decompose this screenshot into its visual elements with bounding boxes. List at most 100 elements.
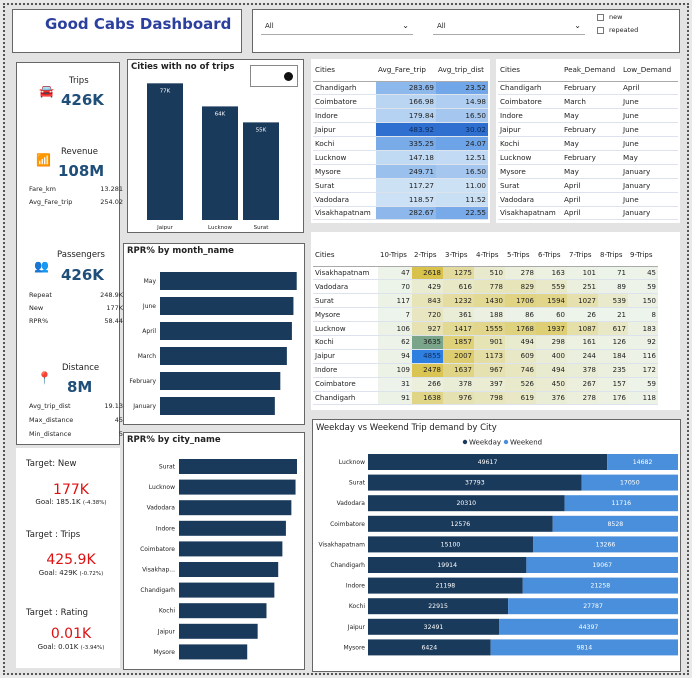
table-cell: 1275 [443,266,474,281]
tick-label: Kochi [159,608,175,615]
tick-label: Coimbatore [330,521,365,528]
column-header[interactable]: Avg_trip_dist [436,59,488,82]
column-header[interactable]: Cities [313,59,376,82]
column-header[interactable]: 4-Trips [474,244,505,267]
bar [160,297,294,315]
bar [179,459,297,474]
data-label: 20310 [456,500,476,507]
table-cell: April [562,192,621,207]
target-label: Target : Rating [26,608,88,618]
data-label: 32491 [424,624,444,631]
table-cell: April [562,206,621,221]
column-header[interactable]: Avg_Fare_trip [376,59,436,82]
tick-label: May [144,278,157,285]
column-header[interactable]: 8-Trips [598,244,628,267]
table-cell: Mysore [313,307,378,323]
table-cell: 91 [378,391,412,406]
target-goal: Goal: 429K (-0.72%) [16,569,126,577]
column-header[interactable]: 10-Trips [378,244,412,267]
passengers-value: 426K [61,266,104,284]
table-cell: 1087 [567,321,598,336]
bar [160,272,297,290]
checkbox-box[interactable] [597,13,604,21]
rpr-city-title: RPR% by city_name [127,435,221,445]
table-cell: Chandigarh [313,81,376,96]
table-cell: Vadodara [313,279,378,295]
target-goal-pct: (-0.72%) [79,571,104,577]
trips-matrix-table: Cities 10-Trips 2-Trips 3-Trips 4-Trips 5-Tri… [313,244,658,406]
filter-dropdown-1[interactable]: All ⌄ [261,17,413,35]
kpi-row-key: Min_distance [29,430,72,438]
tick-label: Chandigarh [140,587,175,594]
table-cell: 8 [628,307,658,323]
rpr-month-title: RPR% by month_name [127,246,234,256]
rpr-month-chart: May June April March February January [129,272,297,415]
table-cell: Visakhapatnam [498,206,562,221]
tick-label: Chandigarh [330,562,365,569]
tick-label: June [142,303,156,310]
column-header[interactable]: 2-Trips [412,244,443,267]
table-cell: May [621,150,678,165]
checkbox-new[interactable]: new [597,13,622,21]
column-header[interactable]: 9-Trips [628,244,658,267]
table-cell: January [621,178,678,193]
bar [147,83,183,220]
filter-dropdown-2[interactable]: All ⌄ [433,17,585,35]
table-cell: Lucknow [498,150,562,165]
trips-label: Trips [69,76,89,86]
table-cell: 967 [474,363,505,378]
table-cell: 109 [378,363,412,378]
legend-weekend-label: Weekend [510,439,542,447]
kpi-card: 🚘 Trips 426K 📶 Revenue 108M Fare_km 13.28… [16,62,123,445]
weekday-weekend-chart: Weekday Weekend Lucknow 49617 14682 Surat 3779… [318,439,678,656]
table-cell: Lucknow [313,321,378,336]
target-label: Target: New [26,459,77,469]
table-cell: 267 [567,377,598,392]
table-cell: 539 [598,293,628,309]
table-cell: 166.98 [376,94,436,110]
column-header[interactable]: Cities [313,244,378,267]
bar [160,347,287,365]
column-header[interactable]: Peak_Demand [562,59,621,82]
table-cell: Chandigarh [498,81,562,96]
table-cell: 901 [474,335,505,350]
table-cell: 1430 [474,293,505,309]
checkbox-box[interactable] [597,26,604,34]
table-cell: 843 [412,293,443,309]
column-header[interactable]: 6-Trips [536,244,567,267]
table-cell: Jaipur [498,122,562,138]
column-header[interactable]: 7-Trips [567,244,598,267]
table-cell: January [621,206,678,221]
table-cell: 60 [536,307,567,323]
table-cell: 150 [628,293,658,309]
rpr-city-card: RPR% by city_name Surat Lucknow Vadodara In… [123,432,305,670]
column-header[interactable]: 3-Trips [443,244,474,267]
column-header[interactable]: 5-Trips [505,244,536,267]
bar [179,644,248,660]
route-pin-icon: 📍 [37,371,52,385]
kpi-row: Avg_trip_dist 19.13 [29,402,123,410]
kpi-row-val: 248.9K [100,291,123,299]
checkbox-new-label: new [609,13,623,21]
table-cell: Surat [313,178,376,193]
table-cell: 1232 [443,293,474,309]
column-header[interactable]: Cities [498,59,562,82]
fare-table: Cities Avg_Fare_trip Avg_trip_dist Chandiga… [313,59,488,221]
table-cell: 378 [443,377,474,392]
table-cell: 7 [378,307,412,323]
table-cell: 11.52 [436,192,488,207]
column-header[interactable]: Low_Demand [621,59,678,82]
table-cell: 2007 [443,349,474,364]
table-cell: March [562,94,621,110]
target-value: 425.9K [46,552,96,568]
table-header-row: Cities 10-Trips 2-Trips 3-Trips 4-Trips 5-Tri… [313,244,658,267]
table-row: Lucknow 106 927 1417 1555 1768 1937 1087 617 183 [313,321,658,336]
table-row: Vadodara April June [498,192,678,207]
data-label: 15100 [441,541,461,548]
checkbox-repeated[interactable]: repeated [597,26,638,34]
table-cell: 188 [474,307,505,323]
table-cell: 616 [443,279,474,295]
table-cell: Jaipur [313,122,376,138]
table-cell: 1417 [443,321,474,336]
table-cell: Chandigarh [313,391,378,406]
